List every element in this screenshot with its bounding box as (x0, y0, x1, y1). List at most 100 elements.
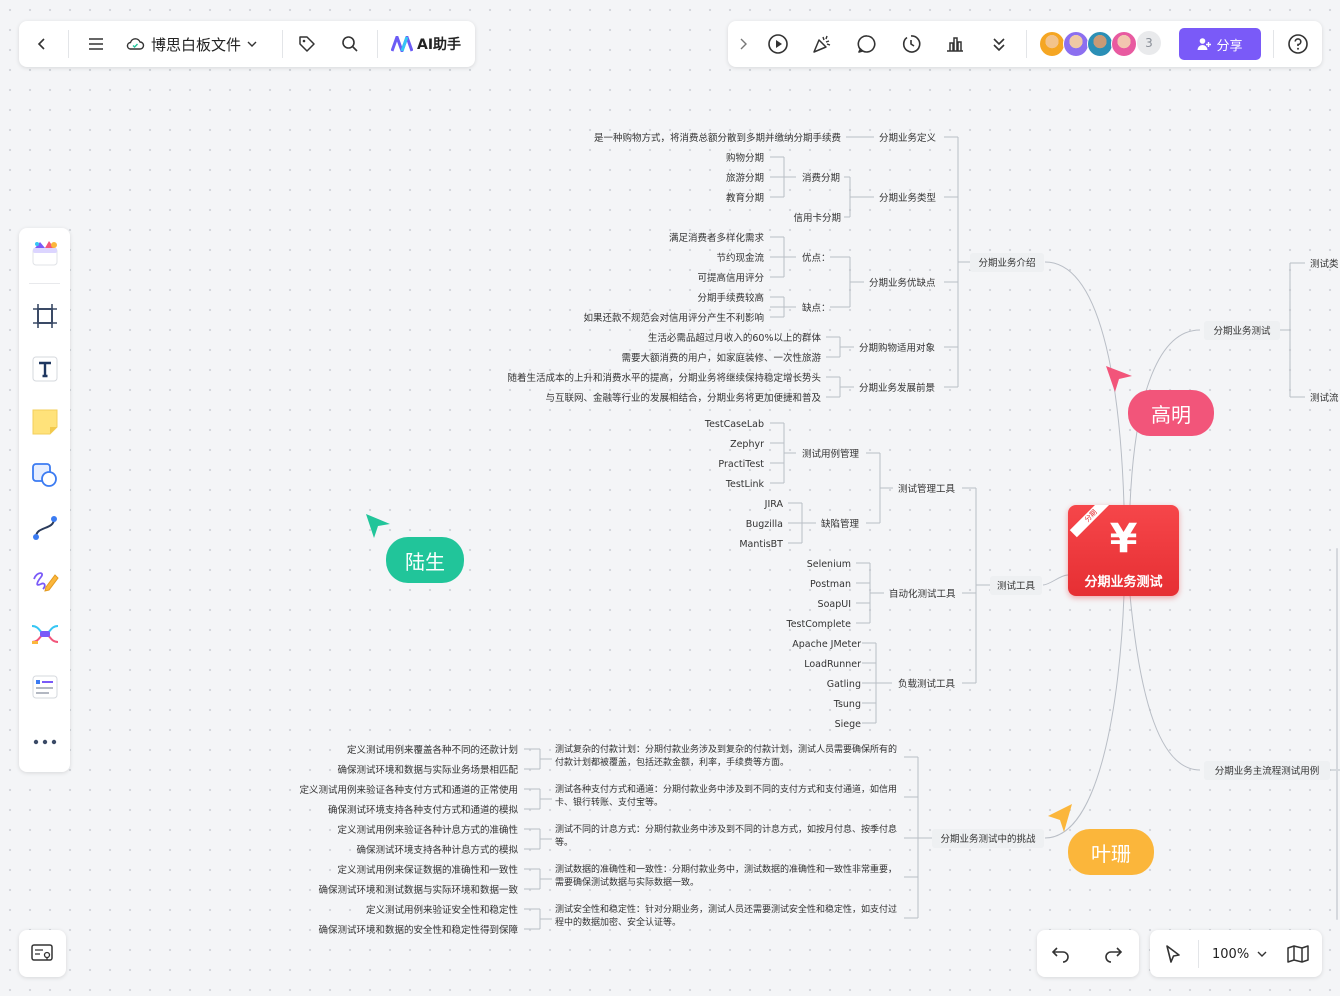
node-siege[interactable]: Siege (835, 719, 862, 730)
redo-button[interactable] (1098, 939, 1128, 969)
undo-button[interactable] (1046, 939, 1076, 969)
node-loadrunner[interactable]: LoadRunner (804, 659, 861, 670)
node-challenge-1b[interactable]: 确保测试环境和数据与实际业务场景相匹配 (337, 764, 518, 776)
table-tool[interactable] (29, 671, 61, 703)
node-challenge-4a[interactable]: 定义测试用例来保证数据的准确性和一致性 (337, 864, 518, 876)
node-selenium[interactable]: Selenium (807, 559, 851, 570)
menu-button[interactable] (81, 29, 111, 59)
node-types[interactable]: 分期业务类型 (879, 192, 937, 204)
node-challenge-3[interactable]: 测试不同的计息方式：分期付款业务中涉及到不同的计息方式，如按月付息、按季付息等。 (555, 824, 905, 850)
node-challenge-2b[interactable]: 确保测试环境支持各种支付方式和通道的模拟 (328, 804, 519, 816)
node-audience-2[interactable]: 需要大额消费的用户，如家庭装修、一次性旅游 (621, 352, 821, 364)
node-right-test-flow[interactable]: 测试流 (1310, 392, 1339, 404)
avatar[interactable] (1111, 31, 1137, 57)
node-soapui[interactable]: SoapUI (818, 599, 851, 610)
node-test-mgmt[interactable]: 测试管理工具 (898, 483, 956, 495)
celebrate-button[interactable] (807, 29, 837, 59)
node-challenge-3a[interactable]: 定义测试用例来验证各种计息方式的准确性 (337, 824, 518, 836)
more-tools-button[interactable] (984, 29, 1014, 59)
node-intro[interactable]: 分期业务介绍 (978, 257, 1035, 269)
node-testcaselab[interactable]: TestCaseLab (704, 419, 764, 430)
node-testcase-mgmt[interactable]: 测试用例管理 (802, 448, 860, 460)
node-consumer-installment[interactable]: 消费分期 (802, 172, 840, 184)
node-education[interactable]: 教育分期 (726, 192, 764, 204)
node-right-main-cases[interactable]: 分期业务主流程测试用例 (1215, 765, 1320, 777)
vertical-scrollbar[interactable] (1336, 548, 1338, 920)
collaborator-avatars[interactable]: 3 (1039, 31, 1169, 57)
node-challenge-5[interactable]: 测试安全性和稳定性：针对分期业务，测试人员还需要测试安全性和稳定性，如支付过程中… (555, 904, 905, 930)
node-outlook-2[interactable]: 与互联网、金融等行业的发展相结合，分期业务将更加便捷和普及 (545, 392, 821, 404)
node-challenge-2[interactable]: 测试各种支付方式和通道：分期付款业务中涉及到不同的支付方式和支付通道，如信用卡、… (555, 784, 905, 810)
comment-button[interactable] (852, 29, 882, 59)
back-button[interactable] (27, 29, 57, 59)
node-definition[interactable]: 分期业务定义 (879, 132, 937, 144)
node-jira[interactable]: JIRA (764, 499, 784, 510)
node-challenge-5b[interactable]: 确保测试环境和数据的安全性和稳定性得到保障 (318, 924, 518, 936)
node-tsung[interactable]: Tsung (833, 699, 861, 710)
node-shopping[interactable]: 购物分期 (726, 152, 764, 164)
node-defect-mgmt[interactable]: 缺陷管理 (821, 518, 860, 530)
text-tool[interactable] (29, 353, 61, 385)
node-jmeter[interactable]: Apache JMeter (792, 639, 861, 650)
map-view-button[interactable] (1283, 939, 1313, 969)
node-challenge-1[interactable]: 测试复杂的付款计划：分期付款业务涉及到复杂的付款计划，测试人员需要确保所有的付款… (555, 744, 905, 770)
node-challenge-4[interactable]: 测试数据的准确性和一致性：分期付款业务中，测试数据的准确性和一致性非常重要，需要… (555, 864, 905, 890)
node-creditcard[interactable]: 信用卡分期 (793, 212, 841, 224)
node-tools[interactable]: 测试工具 (997, 580, 1036, 592)
node-challenge-4b[interactable]: 确保测试环境和测试数据与实际环境和数据一致 (318, 884, 518, 896)
select-tool-button[interactable] (1158, 939, 1188, 969)
node-right-test-class[interactable]: 测试类 (1310, 258, 1339, 270)
avatar[interactable] (1039, 31, 1065, 57)
node-outlook[interactable]: 分期业务发展前景 (859, 382, 935, 394)
node-pro-2[interactable]: 节约现金流 (716, 252, 764, 264)
pen-tool[interactable] (29, 565, 61, 597)
center-node[interactable]: 分期 ¥ 分期业务测试 (1068, 505, 1179, 596)
node-cons[interactable]: 缺点： (802, 302, 831, 314)
connector-tool[interactable] (29, 512, 61, 544)
shape-tool[interactable] (29, 459, 61, 491)
node-pros[interactable]: 优点： (802, 252, 831, 264)
document-title-dropdown[interactable]: 博思白板文件 (125, 29, 257, 59)
node-audience-1[interactable]: 生活必需品超过月收入的60%以上的群体 (648, 332, 822, 344)
node-pro-3[interactable]: 可提高信用评分 (697, 272, 764, 284)
more-tools-left-button[interactable] (29, 726, 61, 758)
node-travel[interactable]: 旅游分期 (726, 172, 764, 184)
avatar[interactable] (1063, 31, 1089, 57)
more-collaborators-count[interactable]: 3 (1137, 31, 1161, 55)
minimap-button[interactable] (27, 938, 57, 968)
node-testlink[interactable]: TestLink (725, 479, 765, 490)
search-button[interactable] (335, 29, 365, 59)
help-button[interactable] (1283, 29, 1313, 59)
tag-button[interactable] (292, 29, 322, 59)
ai-assistant-button[interactable]: AI助手 (391, 29, 461, 59)
node-con-1[interactable]: 分期手续费较高 (697, 292, 764, 304)
node-practitest[interactable]: PractiTest (718, 459, 764, 470)
node-postman[interactable]: Postman (810, 579, 851, 590)
timer-button[interactable] (896, 29, 926, 59)
node-challenges[interactable]: 分期业务测试中的挑战 (940, 833, 1036, 845)
node-definition-text[interactable]: 是一种购物方式，将消费总额分散到多期并缴纳分期手续费 (594, 132, 841, 144)
node-testcomplete[interactable]: TestComplete (786, 619, 852, 630)
node-challenge-5a[interactable]: 定义测试用例来验证安全性和稳定性 (366, 904, 519, 916)
present-button[interactable] (763, 29, 793, 59)
node-zephyr[interactable]: Zephyr (730, 439, 764, 450)
node-audience[interactable]: 分期购物适用对象 (859, 342, 936, 354)
node-automation[interactable]: 自动化测试工具 (889, 588, 956, 600)
node-mantisbt[interactable]: MantisBT (739, 539, 783, 550)
node-pro-1[interactable]: 满足消费者多样化需求 (669, 232, 765, 244)
avatar[interactable] (1087, 31, 1113, 57)
collapse-toolbar-button[interactable] (728, 29, 758, 59)
vote-button[interactable] (940, 29, 970, 59)
zoom-dropdown[interactable]: 100% (1212, 939, 1267, 969)
node-con-2[interactable]: 如果还款不规范会对信用评分产生不利影响 (583, 312, 764, 324)
frame-tool[interactable] (29, 300, 61, 332)
node-outlook-1[interactable]: 随着生活成本的上升和消费水平的提高，分期业务将继续保持稳定增长势头 (507, 372, 821, 384)
node-bugzilla[interactable]: Bugzilla (746, 519, 783, 530)
node-gatling[interactable]: Gatling (827, 679, 861, 690)
mindmap-tool[interactable] (29, 618, 61, 650)
node-right-testing[interactable]: 分期业务测试 (1213, 325, 1271, 337)
template-library-button[interactable] (29, 236, 61, 270)
sticky-note-tool[interactable] (29, 406, 61, 438)
node-challenge-1a[interactable]: 定义测试用例来覆盖各种不同的还款计划 (347, 744, 518, 756)
node-challenge-3b[interactable]: 确保测试环境支持各种计息方式的模拟 (356, 844, 518, 856)
